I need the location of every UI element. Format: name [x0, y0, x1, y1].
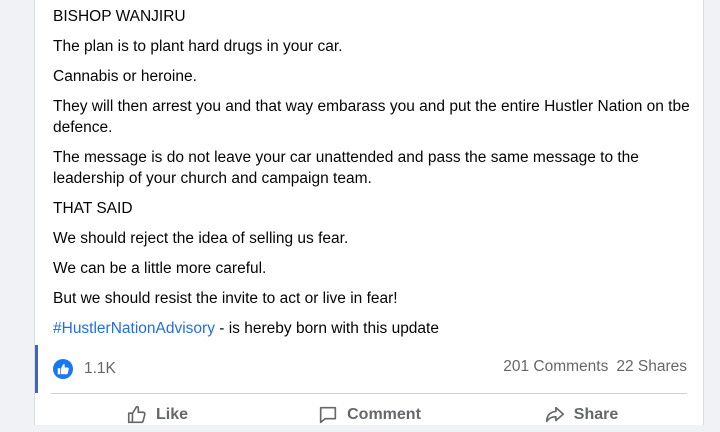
divider [51, 393, 687, 394]
post-paragraph: The plan is to plant hard drugs in your … [53, 38, 343, 55]
post-paragraph: THAT SAID [53, 200, 133, 217]
focus-indicator [35, 345, 38, 393]
post-paragraph: Cannabis or heroine. [53, 68, 197, 85]
share-button[interactable]: Share [475, 398, 687, 432]
comment-label: Comment [347, 406, 421, 423]
reactions-summary[interactable]: 1.1K [53, 356, 116, 382]
post-paragraph: But we should resist the invite to act o… [53, 290, 398, 307]
post-actions: Like Comment Share [51, 398, 687, 432]
thumbs-up-icon [126, 404, 148, 426]
like-button[interactable]: Like [51, 398, 263, 432]
comment-icon [317, 404, 339, 426]
post-body: BISHOP WANJIRU The plan is to plant hard… [53, 6, 693, 348]
facebook-post: BISHOP WANJIRU The plan is to plant hard… [34, 0, 704, 425]
hashtag-line: #HustlerNationAdvisory - is hereby born … [53, 318, 693, 339]
share-label: Share [573, 406, 619, 423]
post-paragraph: We can be a little more careful. [53, 260, 267, 277]
like-label: Like [155, 406, 188, 423]
post-stats: 201 Comments 22 Shares [503, 358, 687, 376]
hashtag-link[interactable]: #HustlerNationAdvisory [53, 320, 215, 337]
post-paragraph: They will then arrest you and that way e… [53, 98, 690, 136]
shares-count-link[interactable]: 22 Shares [616, 358, 687, 376]
share-arrow-icon [544, 404, 566, 426]
post-paragraph: BISHOP WANJIRU [53, 8, 186, 25]
post-paragraph: We should reject the idea of selling us … [53, 230, 349, 247]
comments-count-link[interactable]: 201 Comments [503, 358, 608, 376]
post-paragraph: The message is do not leave your car una… [53, 149, 639, 187]
hashtag-suffix: - is hereby born with this update [214, 320, 439, 337]
reaction-count: 1.1K [84, 360, 116, 377]
comment-button[interactable]: Comment [263, 398, 475, 432]
like-icon [53, 359, 73, 379]
